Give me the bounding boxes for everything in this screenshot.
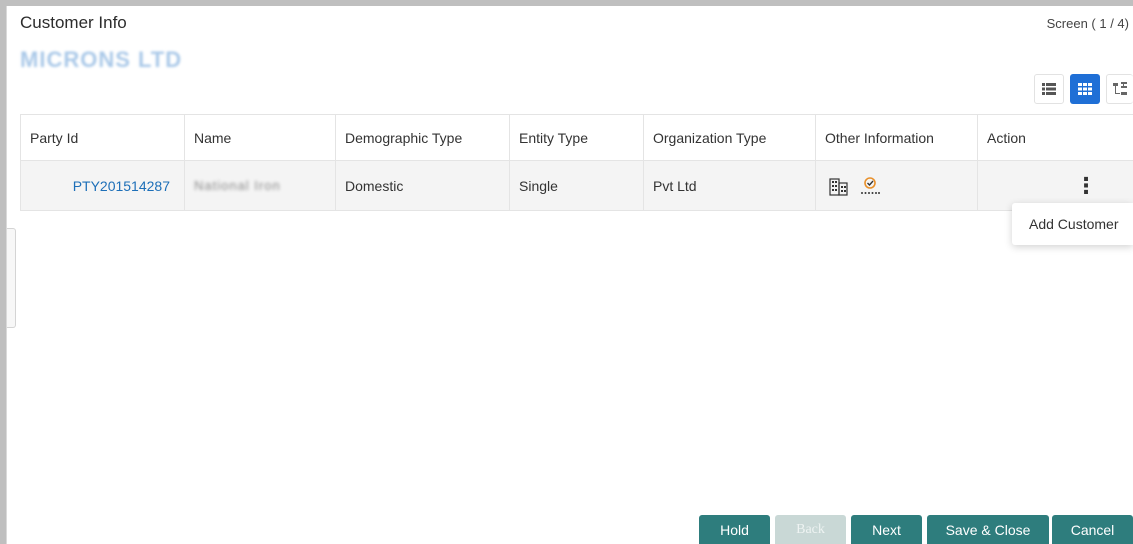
other-information-cell [816, 161, 978, 210]
next-button[interactable]: Next [851, 515, 922, 544]
column-header: Name [185, 115, 336, 160]
screen-counter: Screen ( 1 / 4) [1046, 16, 1129, 31]
party-id-link[interactable]: PTY201514287 [73, 178, 170, 194]
tree-view-icon [1113, 82, 1127, 95]
column-header: Entity Type [510, 115, 644, 160]
column-header: Demographic Type [336, 115, 510, 160]
column-header: Action [987, 129, 1026, 146]
table-row: PTY201514287 National Iron Domestic Sing… [20, 161, 1133, 211]
page-title: Customer Info [20, 13, 127, 32]
column-header: Other Information [816, 115, 978, 160]
list-view-toggle[interactable] [1034, 74, 1064, 104]
action-menu-add-customer[interactable]: Add Customer [1012, 203, 1133, 245]
customer-grid: Party Id Name Demographic Type Entity Ty… [20, 114, 1133, 211]
name-cell: National Iron [185, 161, 336, 210]
window-frame-top [0, 0, 1133, 6]
save-close-button[interactable]: Save & Close [927, 515, 1049, 544]
side-panel-handle[interactable] [7, 228, 16, 328]
building-icon[interactable] [829, 176, 849, 196]
kebab-menu-icon[interactable]: ⋮ [1075, 174, 1097, 197]
hold-button[interactable]: Hold [699, 515, 770, 544]
demographic-type-cell: Domestic [336, 161, 510, 210]
column-header: Party Id [20, 115, 185, 160]
back-button[interactable]: Back [775, 515, 846, 544]
customer-name: National Iron [194, 178, 281, 193]
checklist-badge-icon[interactable] [859, 176, 881, 196]
company-name: MICRONS LTD [20, 47, 183, 72]
party-id-cell: PTY201514287 [20, 161, 185, 210]
tree-view-toggle[interactable] [1106, 74, 1133, 104]
organization-type-cell: Pvt Ltd [644, 161, 816, 210]
grid-view-icon [1078, 83, 1092, 95]
column-header: Organization Type [644, 115, 816, 160]
entity-type-cell: Single [510, 161, 644, 210]
grid-view-toggle[interactable] [1070, 74, 1100, 104]
list-view-icon [1042, 83, 1056, 95]
grid-header: Party Id Name Demographic Type Entity Ty… [20, 115, 1133, 161]
cancel-button[interactable]: Cancel [1052, 515, 1133, 544]
